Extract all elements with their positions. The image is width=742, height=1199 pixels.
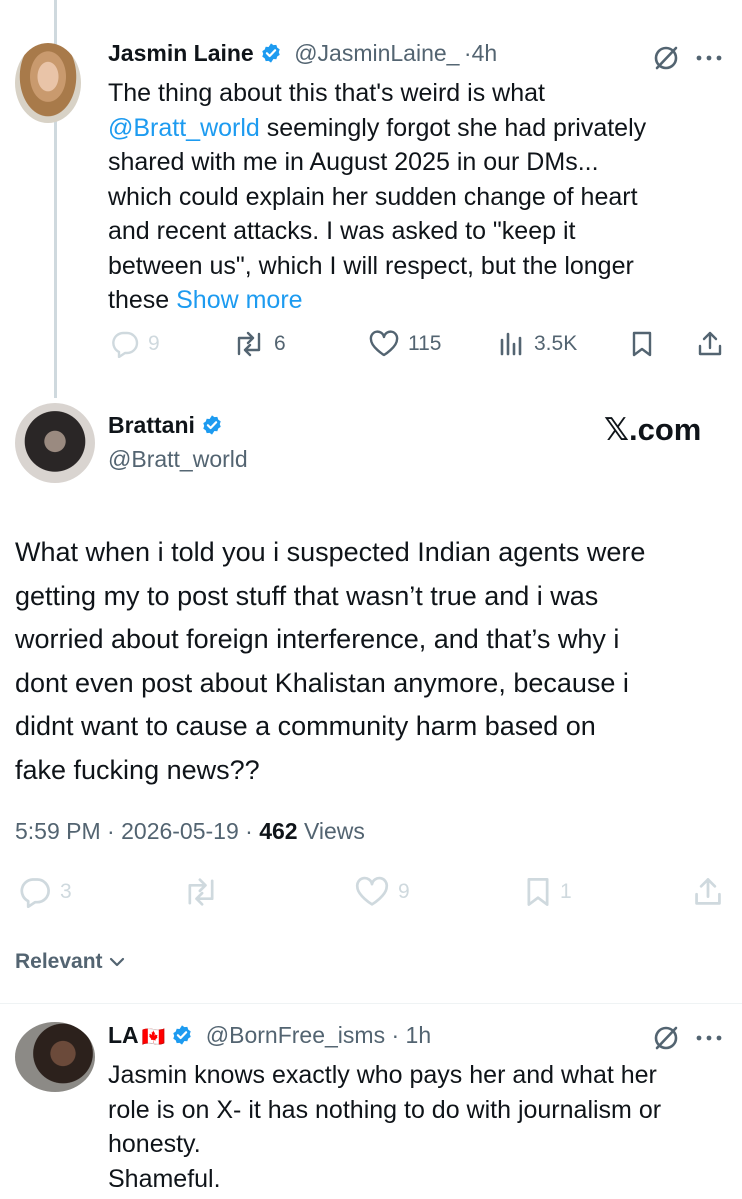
share-icon[interactable] [696, 330, 724, 358]
like-count: 9 [398, 880, 410, 903]
more-options-icon[interactable] [696, 1034, 722, 1042]
xcom-watermark: 𝕏.com [604, 412, 702, 447]
tweet-meta: 5:59 PM · 2026-05-19 · 462 Views [15, 818, 365, 845]
quoted-tweet-text: What when i told you i suspected Indian … [15, 531, 735, 793]
tweet-line: between us", which I will respect, but t… [108, 251, 634, 280]
bookmark-count: 1 [560, 880, 572, 903]
heart-icon [354, 876, 390, 908]
like-button[interactable]: 9 [354, 876, 410, 908]
tweet-line: Jasmin knows exactly who pays her and wh… [108, 1061, 657, 1089]
author-row: Brattani [108, 412, 223, 439]
verified-badge-icon [260, 42, 282, 64]
post-time[interactable]: 5:59 PM [15, 818, 101, 844]
separator-dot: · [238, 818, 260, 844]
author-handle[interactable]: @JasminLaine_ [294, 40, 459, 66]
tweet-line: honesty. [108, 1130, 201, 1158]
view-count: 462 [259, 818, 298, 844]
mention-link[interactable]: @Bratt_world [108, 114, 260, 142]
reply-count: 3 [60, 880, 72, 903]
tweet-line: these Show more [108, 283, 738, 318]
like-button[interactable]: 115 [368, 330, 441, 358]
reply-button[interactable]: 3 [18, 876, 72, 908]
tweet-line: role is on X- it has nothing to do with … [108, 1095, 662, 1124]
tweet-line: The thing about this that's weird is wha… [108, 79, 545, 107]
separator-dot: · [385, 1022, 406, 1048]
canada-flag-icon: 🇨🇦 [141, 1027, 166, 1048]
more-options-icon[interactable] [696, 54, 722, 62]
tweet-line: dont even post about Khalistan anymore, … [15, 667, 629, 698]
repost-button[interactable]: 6 [232, 330, 286, 358]
avatar[interactable] [15, 403, 95, 483]
avatar[interactable] [15, 1022, 95, 1092]
bookmark-icon [524, 876, 552, 908]
separator-dot: · [100, 818, 122, 844]
tweet-line: What when i told you i suspected Indian … [15, 537, 646, 567]
tweet-line: worried about foreign interference, and … [15, 624, 620, 655]
tweet-text: Jasmin knows exactly who pays her and wh… [108, 1058, 738, 1196]
reply-icon [110, 330, 140, 358]
show-more-link[interactable]: Show more [176, 286, 302, 314]
heart-icon [368, 330, 400, 358]
tweet-line: didnt want to cause a community harm bas… [15, 711, 596, 742]
verified-badge-icon [171, 1024, 193, 1046]
tweet-line: Shameful. [108, 1164, 221, 1193]
grok-icon[interactable] [652, 44, 680, 72]
tweet-line-rest: seemingly forgot she had privately [259, 113, 647, 142]
divider [0, 1003, 742, 1004]
chevron-down-icon [109, 956, 125, 968]
tweet-text: The thing about this that's weird is wha… [108, 76, 738, 318]
tweet-line: which could explain her sudden change of… [108, 182, 638, 211]
views-count: 3.5K [534, 332, 578, 355]
tweet-line: fake fucking news?? [15, 754, 260, 785]
share-icon[interactable] [692, 876, 724, 908]
author-name[interactable]: LA [108, 1022, 139, 1048]
repost-count: 6 [274, 332, 286, 355]
tweet-line: and recent attacks. I was asked to "keep… [108, 217, 576, 245]
bookmark-icon[interactable] [630, 330, 654, 358]
author-name[interactable]: Brattani [108, 412, 195, 438]
tweet-header: LA 🇨🇦 @BornFree_isms · 1h [108, 1022, 648, 1049]
views-label: Views [297, 818, 365, 844]
bookmark-button[interactable]: 1 [524, 876, 572, 908]
tweet-line: shared with me in August 2025 in our DMs… [108, 148, 599, 176]
tweet-line: @Bratt_world seemingly forgot she had pr… [108, 111, 738, 146]
tweet-header: Jasmin Laine @JasminLaine_ ·4h [108, 40, 708, 72]
author-handle[interactable]: @Bratt_world [108, 446, 248, 473]
analytics-icon [498, 330, 526, 358]
post-date[interactable]: 2026-05-19 [121, 818, 239, 844]
avatar[interactable] [15, 43, 81, 123]
views-button[interactable]: 3.5K [498, 330, 577, 358]
reply-icon [18, 876, 52, 908]
verified-badge-icon [201, 414, 223, 436]
grok-icon[interactable] [652, 1024, 680, 1052]
reply-count: 9 [148, 332, 160, 355]
timestamp[interactable]: 4h [472, 40, 498, 66]
author-handle[interactable]: @BornFree_isms [206, 1022, 385, 1048]
sort-label: Relevant [15, 950, 103, 973]
reply-button[interactable]: 9 [110, 330, 160, 358]
tweet-line: getting my to post stuff that wasn’t tru… [15, 580, 599, 611]
reply-sort-dropdown[interactable]: Relevant [15, 950, 125, 974]
repost-icon[interactable] [182, 876, 220, 908]
timestamp[interactable]: 1h [406, 1022, 432, 1048]
tweet-line-start: these [108, 286, 177, 314]
separator-dot: · [463, 40, 472, 66]
repost-icon [232, 330, 266, 358]
like-count: 115 [408, 332, 442, 355]
author-name[interactable]: Jasmin Laine [108, 40, 254, 66]
